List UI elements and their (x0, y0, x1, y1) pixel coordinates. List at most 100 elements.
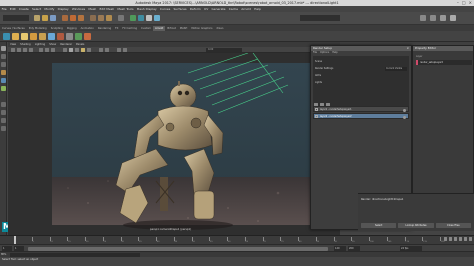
persp-outliner-icon[interactable] (1, 118, 6, 123)
lasso-tool-icon[interactable] (1, 54, 6, 59)
arnold-flush-caches-icon[interactable] (84, 33, 91, 40)
robot-head (169, 83, 197, 109)
exposure-field[interactable]: 0.00 (206, 48, 242, 52)
history-icon[interactable] (118, 15, 124, 21)
select-object-icon[interactable] (70, 15, 76, 21)
arnold-standin-icon[interactable] (66, 33, 73, 40)
render-frame-icon[interactable] (130, 15, 136, 21)
isolate-select-icon[interactable] (117, 48, 121, 52)
timeline-tick-label: 50 (192, 241, 195, 243)
outliner-icon[interactable] (450, 15, 456, 21)
step-back-icon[interactable] (448, 237, 452, 241)
arnold-photometric-light-icon[interactable] (39, 33, 46, 40)
resolution-gate-icon[interactable] (51, 48, 55, 52)
timeline-tick-label: 80 (298, 241, 302, 243)
render-setup-tree: Scene Render Settings Current Visible AOVs L… (313, 56, 409, 108)
sign-in-field[interactable] (300, 15, 340, 21)
smooth-shade-icon[interactable] (69, 48, 73, 52)
bookmark-icon[interactable] (23, 48, 27, 52)
open-scene-icon[interactable] (42, 15, 48, 21)
select-button[interactable]: Select (361, 223, 397, 228)
camera-attributes-icon[interactable] (17, 48, 21, 52)
mode-dropdown[interactable] (3, 15, 29, 21)
snap-grid-icon[interactable] (90, 15, 96, 21)
play-forward-icon[interactable] (458, 237, 462, 241)
play-backward-icon[interactable] (453, 237, 457, 241)
render-setup-menu-file[interactable]: File (313, 51, 317, 54)
tree-row[interactable]: Scene (315, 59, 322, 64)
arnold-area-light-icon[interactable] (21, 33, 28, 40)
render-setup-menu-options[interactable]: Options (320, 51, 329, 54)
timeline-tick-label: 30 (121, 241, 124, 243)
playback-controls (443, 237, 472, 241)
layer-renderable-icon[interactable] (403, 115, 406, 119)
render-setup-menu-help[interactable]: Help (332, 51, 337, 54)
select-tool-icon[interactable] (1, 46, 6, 51)
hypershade-icon[interactable] (154, 15, 160, 21)
arnold-skydome-light-icon[interactable] (12, 33, 19, 40)
scene-render (8, 53, 340, 235)
layer-name-field[interactable]: render_setupLayer2 (416, 60, 472, 65)
timeline-tick-label: 120 (440, 241, 445, 243)
select-hierarchy-icon[interactable] (62, 15, 68, 21)
snap-curve-icon[interactable] (98, 15, 104, 21)
new-scene-icon[interactable] (34, 15, 40, 21)
persp-graph-icon[interactable] (1, 126, 6, 131)
grid-icon[interactable] (39, 48, 43, 52)
arnold-mesh-light-icon[interactable] (30, 33, 37, 40)
scale-tool-icon[interactable] (1, 86, 6, 91)
tree-row[interactable]: Render Settings (315, 66, 333, 71)
film-gate-icon[interactable] (45, 48, 49, 52)
single-view-icon[interactable] (1, 102, 6, 107)
arnold-render-view-icon[interactable] (3, 33, 10, 40)
render-settings-icon[interactable] (146, 15, 152, 21)
tree-row-value[interactable]: Current Visible (385, 66, 407, 71)
use-lights-icon[interactable] (81, 48, 85, 52)
layer-renderable-icon[interactable] (403, 108, 406, 112)
render-setup-title-bar[interactable]: Render Setup × (311, 46, 411, 51)
anti-aliasing-icon[interactable] (105, 48, 109, 52)
range-slider[interactable] (28, 246, 328, 251)
timeline-tick-label: 65 (245, 241, 249, 243)
arnold-volume-icon[interactable] (57, 33, 64, 40)
render-layer-label: layer2 - renderSetupLayer2 (320, 115, 352, 118)
textured-icon[interactable] (75, 48, 79, 52)
select-component-icon[interactable] (78, 15, 84, 21)
go-to-end-icon[interactable] (468, 237, 472, 241)
go-to-start-icon[interactable] (443, 237, 447, 241)
shadows-icon[interactable] (87, 48, 91, 52)
layer-visibility-checkbox[interactable] (315, 115, 318, 118)
xray-icon[interactable] (123, 48, 127, 52)
paint-select-tool-icon[interactable] (1, 62, 6, 67)
layer-visibility-checkbox[interactable] (315, 108, 318, 111)
step-forward-icon[interactable] (463, 237, 467, 241)
arnold-export-icon[interactable] (75, 33, 82, 40)
render-layer-row[interactable]: layer2 - renderSetupLayer2 (313, 113, 409, 119)
close-icon[interactable]: × (407, 46, 409, 51)
modeling-toolkit-icon[interactable] (420, 15, 426, 21)
close-files-button[interactable]: Close Files (435, 223, 471, 228)
time-slider[interactable]: 1510152025303540455055606570758085909510… (0, 235, 474, 245)
timeline-tick-label: 5 (32, 241, 34, 243)
tree-row[interactable]: Lights (315, 80, 322, 85)
channel-box-icon[interactable] (440, 15, 446, 21)
arnold-physical-sky-icon[interactable] (48, 33, 55, 40)
ambient-occlusion-icon[interactable] (99, 48, 103, 52)
image-plane-icon[interactable] (29, 48, 33, 52)
camera-icon[interactable] (11, 48, 15, 52)
wireframe-icon[interactable] (63, 48, 67, 52)
lookup-attributes-button[interactable]: Lookup Attributes (398, 223, 434, 228)
four-view-icon[interactable] (1, 110, 6, 115)
snap-point-icon[interactable] (106, 15, 112, 21)
camera-label: persp1:cameraShape1 (persp1) (150, 228, 192, 231)
range-slider-bar: 1 1 120 200 24 fps (0, 244, 474, 251)
tree-row[interactable]: AOVs (315, 73, 321, 78)
viewport-3d[interactable] (8, 53, 340, 235)
render-layer-row[interactable]: layer1 - renderSetupLayer1 (313, 106, 409, 112)
attribute-editor-icon[interactable] (430, 15, 436, 21)
timeline-tick-label: 105 (387, 241, 392, 243)
save-scene-icon[interactable] (50, 15, 56, 21)
rotate-tool-icon[interactable] (1, 78, 6, 83)
ipr-render-icon[interactable] (138, 15, 144, 21)
move-tool-icon[interactable] (1, 70, 6, 75)
